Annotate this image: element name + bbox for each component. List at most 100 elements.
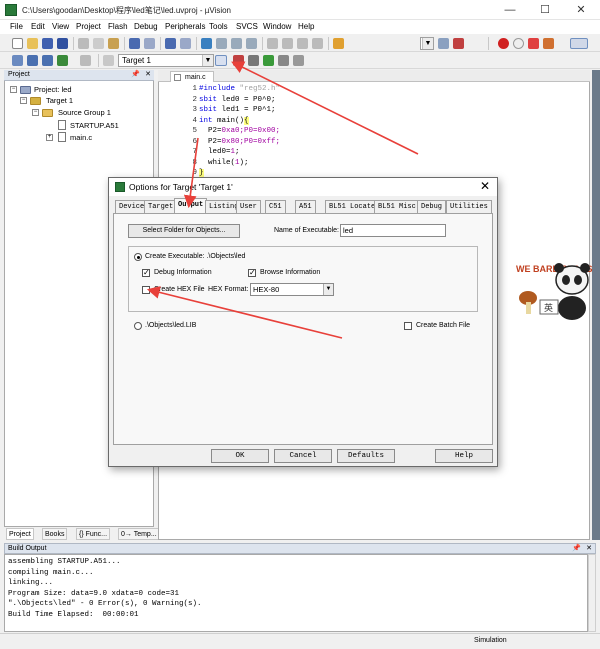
tab-a51[interactable]: A51 <box>295 200 316 213</box>
close-window-button[interactable]: ✕ <box>566 2 596 18</box>
collapse-icon[interactable]: − <box>32 109 39 116</box>
expand-icon[interactable]: + <box>46 134 53 141</box>
tab-functions[interactable]: {} Func... <box>76 528 111 540</box>
pin-icon[interactable]: 📌 <box>572 544 581 552</box>
target-select[interactable]: Target 1 ▼ <box>118 54 214 67</box>
create-library-radio[interactable] <box>134 322 142 330</box>
menu-debug[interactable]: Debug <box>134 22 158 31</box>
hex-format-select[interactable]: HEX-80 ▼ <box>250 283 334 296</box>
build-output-scrollbar[interactable] <box>588 554 596 632</box>
tab-templates[interactable]: 0→ Temp... <box>118 528 160 540</box>
unindent-icon[interactable] <box>282 38 293 49</box>
tree-source-group[interactable]: Source Group 1 <box>58 108 111 117</box>
save-all-icon[interactable] <box>57 38 68 49</box>
menu-flash[interactable]: Flash <box>108 22 128 31</box>
comment-icon[interactable] <box>297 38 308 49</box>
tab-bl51-misc[interactable]: BL51 Misc <box>374 200 420 213</box>
menu-view[interactable]: View <box>52 22 69 31</box>
batch-build-icon[interactable] <box>57 55 68 66</box>
tree-target[interactable]: Target 1 <box>46 96 73 105</box>
translate-icon[interactable] <box>12 55 23 66</box>
kill-breakpoints-icon[interactable] <box>528 38 539 49</box>
menu-window[interactable]: Window <box>263 22 291 31</box>
tree-file-main[interactable]: main.c <box>70 133 92 142</box>
cut-icon[interactable] <box>78 38 89 49</box>
find-icon[interactable] <box>438 38 449 49</box>
download-icon[interactable] <box>103 55 114 66</box>
tab-project[interactable]: Project <box>6 528 34 540</box>
open-file-icon[interactable] <box>27 38 38 49</box>
tab-books[interactable]: Books <box>42 528 68 540</box>
maximize-button[interactable]: ☐ <box>530 2 560 18</box>
window-layout-icon[interactable] <box>570 38 588 49</box>
pin-icon[interactable]: 📌 <box>131 70 140 78</box>
manage-rte-icon[interactable] <box>263 55 274 66</box>
undo-icon[interactable] <box>129 38 140 49</box>
stop-build-icon[interactable] <box>80 55 91 66</box>
folder-icon <box>42 109 53 117</box>
collapse-icon[interactable]: − <box>10 86 17 93</box>
next-bookmark-icon[interactable] <box>231 38 242 49</box>
prev-bookmark-icon[interactable] <box>216 38 227 49</box>
tab-debug[interactable]: Debug <box>417 200 447 213</box>
insert-breakpoint-icon[interactable] <box>498 38 509 49</box>
select-packs-icon[interactable] <box>248 55 259 66</box>
close-icon[interactable]: ✕ <box>145 70 151 78</box>
new-file-icon[interactable] <box>12 38 23 49</box>
build-icon[interactable] <box>27 55 38 66</box>
tab-target[interactable]: Target <box>144 200 178 213</box>
copy-icon[interactable] <box>93 38 104 49</box>
tab-c51[interactable]: C51 <box>265 200 286 213</box>
dialog-close-button[interactable]: ✕ <box>480 179 490 193</box>
debug-info-checkbox[interactable]: ✓ <box>142 269 150 277</box>
paste-icon[interactable] <box>108 38 119 49</box>
save-icon[interactable] <box>42 38 53 49</box>
tree-project-root[interactable]: Project: led <box>34 85 72 94</box>
menu-file[interactable]: File <box>10 22 23 31</box>
find-in-files-icon[interactable] <box>333 38 344 49</box>
create-executable-radio[interactable] <box>134 253 142 261</box>
create-batch-checkbox[interactable] <box>404 322 412 330</box>
menu-project[interactable]: Project <box>76 22 101 31</box>
collapse-icon[interactable]: − <box>20 97 27 104</box>
create-hex-checkbox[interactable] <box>142 286 150 294</box>
help-button[interactable]: Help <box>435 449 493 463</box>
menu-tools[interactable]: Tools <box>209 22 228 31</box>
uncomment-icon[interactable] <box>312 38 323 49</box>
build-output-text[interactable]: assembling STARTUP.A51... compiling main… <box>4 554 588 632</box>
bookmark-icon[interactable] <box>201 38 212 49</box>
kill-all-breakpoints-icon[interactable] <box>543 38 554 49</box>
name-of-executable-input[interactable] <box>340 224 446 237</box>
line-number: 6 <box>192 137 197 146</box>
menu-svcs[interactable]: SVCS <box>236 22 258 31</box>
clear-bookmarks-icon[interactable] <box>246 38 257 49</box>
minimize-button[interactable]: — <box>495 2 525 18</box>
manage-project-icon[interactable] <box>233 55 244 66</box>
defaults-button[interactable]: Defaults <box>337 449 395 463</box>
cancel-button[interactable]: Cancel <box>274 449 332 463</box>
menu-help[interactable]: Help <box>298 22 314 31</box>
tab-output[interactable]: Output <box>174 198 208 214</box>
tab-bl51-locate[interactable]: BL51 Locate <box>325 200 380 213</box>
rebuild-icon[interactable] <box>42 55 53 66</box>
navigate-forward-icon[interactable] <box>180 38 191 49</box>
pack-installer-icon[interactable] <box>278 55 289 66</box>
indent-icon[interactable] <box>267 38 278 49</box>
incremental-find-icon[interactable] <box>453 38 464 49</box>
tab-user[interactable]: User <box>236 200 261 213</box>
ok-button[interactable]: OK <box>211 449 269 463</box>
navigate-back-icon[interactable] <box>165 38 176 49</box>
target-options-icon[interactable] <box>215 55 227 66</box>
disable-breakpoint-icon[interactable] <box>513 38 524 49</box>
editor-tab-main-c[interactable]: main.c <box>170 71 214 82</box>
tree-file-startup[interactable]: STARTUP.A51 <box>70 121 119 130</box>
redo-icon[interactable] <box>144 38 155 49</box>
select-folder-button[interactable]: Select Folder for Objects... <box>128 224 240 238</box>
tab-utilities[interactable]: Utilities <box>446 200 492 213</box>
software-packs-icon[interactable] <box>293 55 304 66</box>
menu-peripherals[interactable]: Peripherals <box>165 22 205 31</box>
find-combo[interactable]: ▼ <box>420 37 434 50</box>
close-icon[interactable]: ✕ <box>586 544 592 552</box>
browse-info-checkbox[interactable]: ✓ <box>248 269 256 277</box>
menu-edit[interactable]: Edit <box>31 22 45 31</box>
